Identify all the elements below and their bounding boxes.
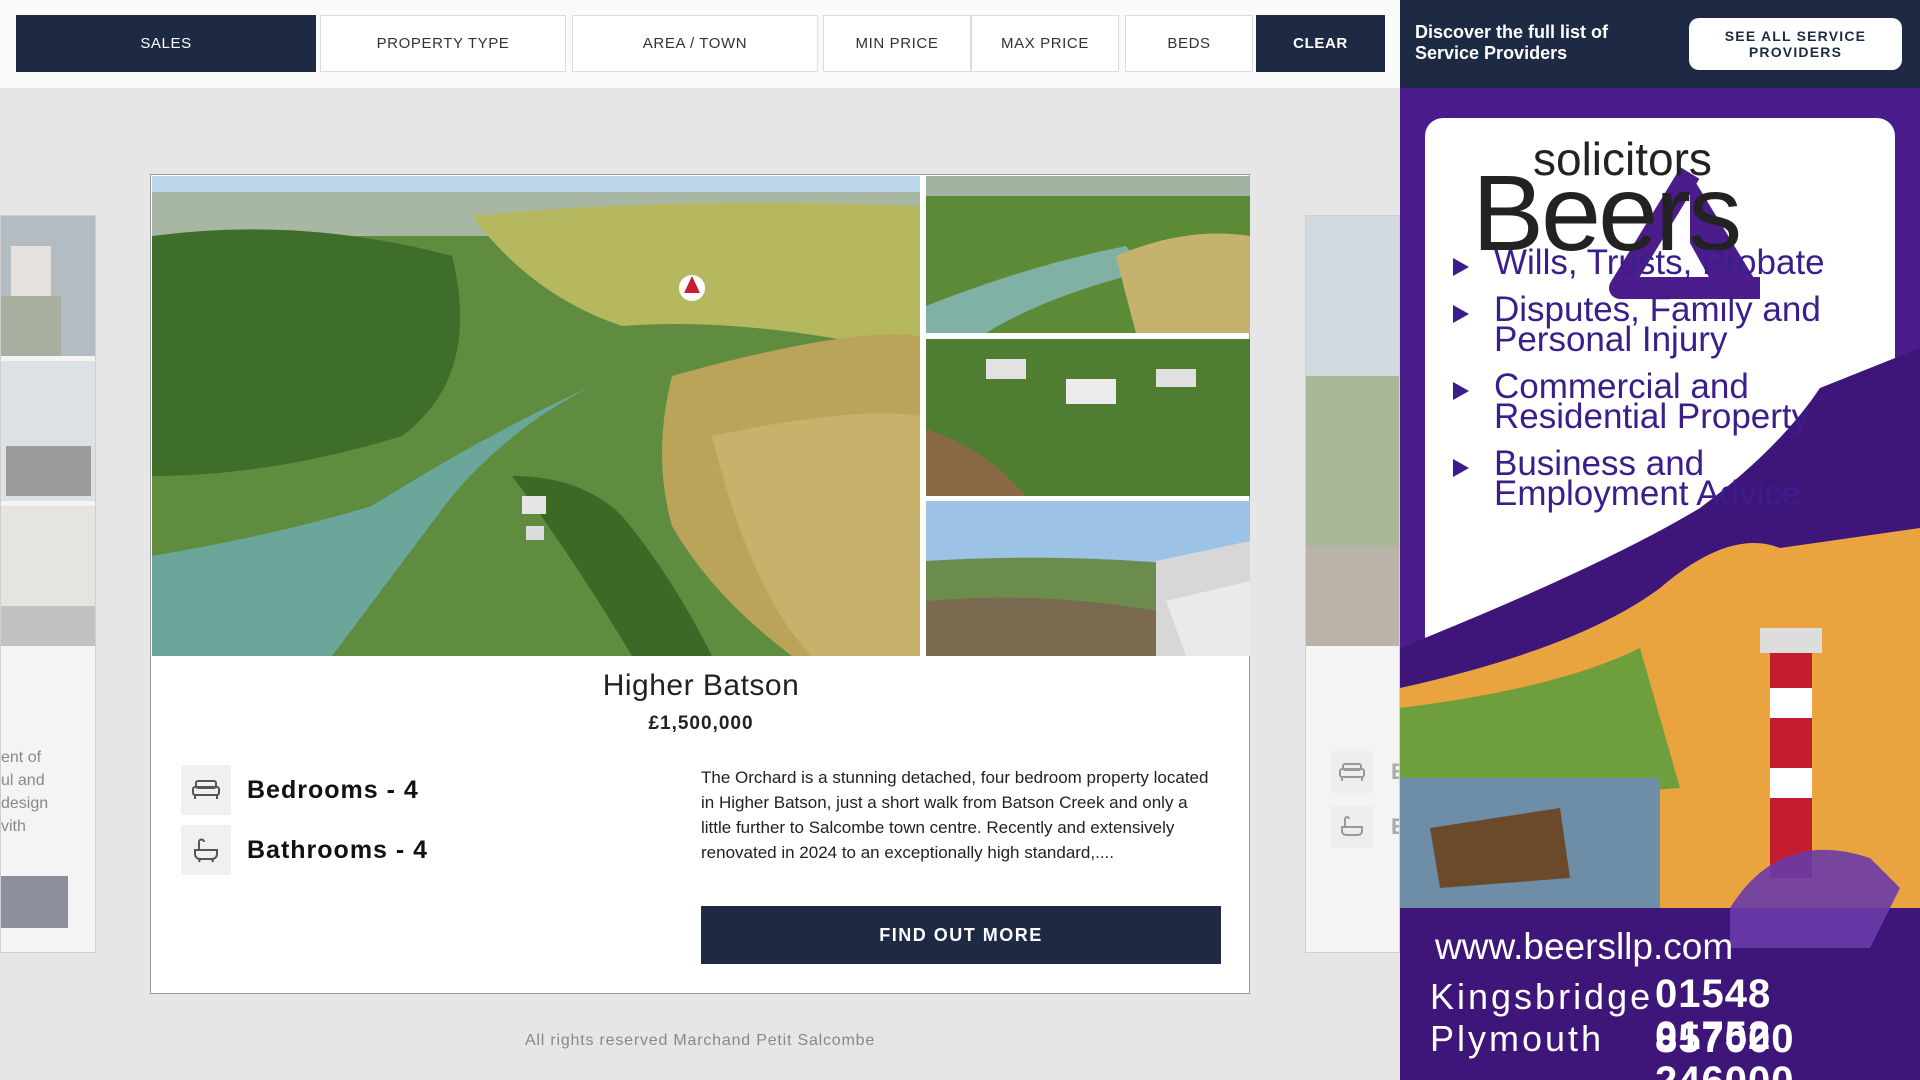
find-out-more-button[interactable]: FIND OUT MORE [701, 906, 1221, 964]
triangle-bullet-icon [1453, 258, 1469, 276]
service-label: Wills, Trusts, Probate [1494, 243, 1825, 282]
bathrooms-label: E [1391, 814, 1399, 840]
max-price-filter[interactable]: MAX PRICE [971, 15, 1119, 72]
min-price-filter[interactable]: MIN PRICE [823, 15, 971, 72]
snippet-line: ul and [1, 772, 45, 789]
beers-solicitors-advert[interactable]: solicitors Beers Wills, Trusts, Probate … [1400, 88, 1920, 1080]
property-type-filter[interactable]: PROPERTY TYPE [320, 15, 566, 72]
office-town: Kingsbridge [1430, 976, 1654, 1017]
service-item: Wills, Trusts, Probate [1450, 243, 1854, 282]
filter-bar: SALES PROPERTY TYPE AREA / TOWN MIN PRIC… [0, 0, 1400, 88]
service-label: Commercial and Residential Property [1494, 367, 1810, 436]
property-thumbnail-3[interactable] [926, 501, 1250, 656]
office-phone: 01752 246000 [1655, 1014, 1793, 1080]
service-label: Business and Employment Advice [1494, 444, 1802, 513]
area-town-filter[interactable]: AREA / TOWN [572, 15, 818, 72]
advert-website: www.beersllp.com [1435, 926, 1734, 967]
property-price: £1,500,000 [648, 713, 754, 734]
footer-copyright: All rights reserved Marchand Petit Salco… [524, 1032, 876, 1049]
previous-property-photos [1, 216, 95, 646]
snippet-line: vith [1, 818, 26, 835]
bathrooms-count: Bathrooms - 4 [247, 835, 429, 864]
see-all-service-providers-button[interactable]: SEE ALL SERVICE PROVIDERS [1689, 18, 1902, 70]
property-card: Higher Batson £1,500,000 Bedrooms - 4 Ba… [150, 174, 1250, 994]
service-providers-text: Discover the full list of Service Provid… [1415, 22, 1609, 63]
bedrooms-count: Bedrooms - 4 [247, 775, 419, 804]
bath-icon [181, 825, 231, 875]
bathrooms-feature: Bathrooms - 4 [181, 825, 428, 875]
property-description: The Orchard is a stunning detached, four… [701, 768, 1209, 862]
service-label: Disputes, Family and Personal Injury [1494, 290, 1821, 359]
bedrooms-label: E [1391, 759, 1399, 785]
next-property-card[interactable]: E E [1305, 215, 1400, 953]
service-item: Business and Employment Advice [1450, 444, 1854, 513]
triangle-bullet-icon [1453, 382, 1469, 400]
property-thumbnail-1[interactable] [926, 176, 1250, 333]
bed-icon [1331, 751, 1373, 793]
bed-icon [181, 765, 231, 815]
snippet-line: ent of [1, 749, 42, 766]
service-item: Disputes, Family and Personal Injury [1450, 290, 1854, 359]
previous-property-text: ent of ul and design vith [1, 746, 48, 838]
clear-filters-button[interactable]: CLEAR [1256, 15, 1385, 72]
office-town: Plymouth [1430, 1018, 1605, 1059]
property-title: Higher Batson [602, 669, 800, 702]
property-thumbnail-2[interactable] [926, 339, 1250, 496]
sales-filter-button[interactable]: SALES [16, 15, 316, 72]
snippet-line: design [1, 795, 49, 812]
triangle-bullet-icon [1453, 459, 1469, 477]
bedrooms-feature: Bedrooms - 4 [181, 765, 419, 815]
service-item: Commercial and Residential Property [1450, 367, 1854, 436]
triangle-bullet-icon [1453, 305, 1469, 323]
previous-property-card[interactable]: ent of ul and design vith [0, 215, 96, 953]
bath-icon [1331, 806, 1373, 848]
beds-filter[interactable]: BEDS [1125, 15, 1253, 72]
previous-property-button[interactable] [1, 876, 68, 928]
main-property-photo[interactable] [152, 176, 920, 656]
advert-services: Wills, Trusts, Probate Disputes, Family … [1450, 243, 1854, 526]
next-property-photo [1306, 216, 1399, 646]
